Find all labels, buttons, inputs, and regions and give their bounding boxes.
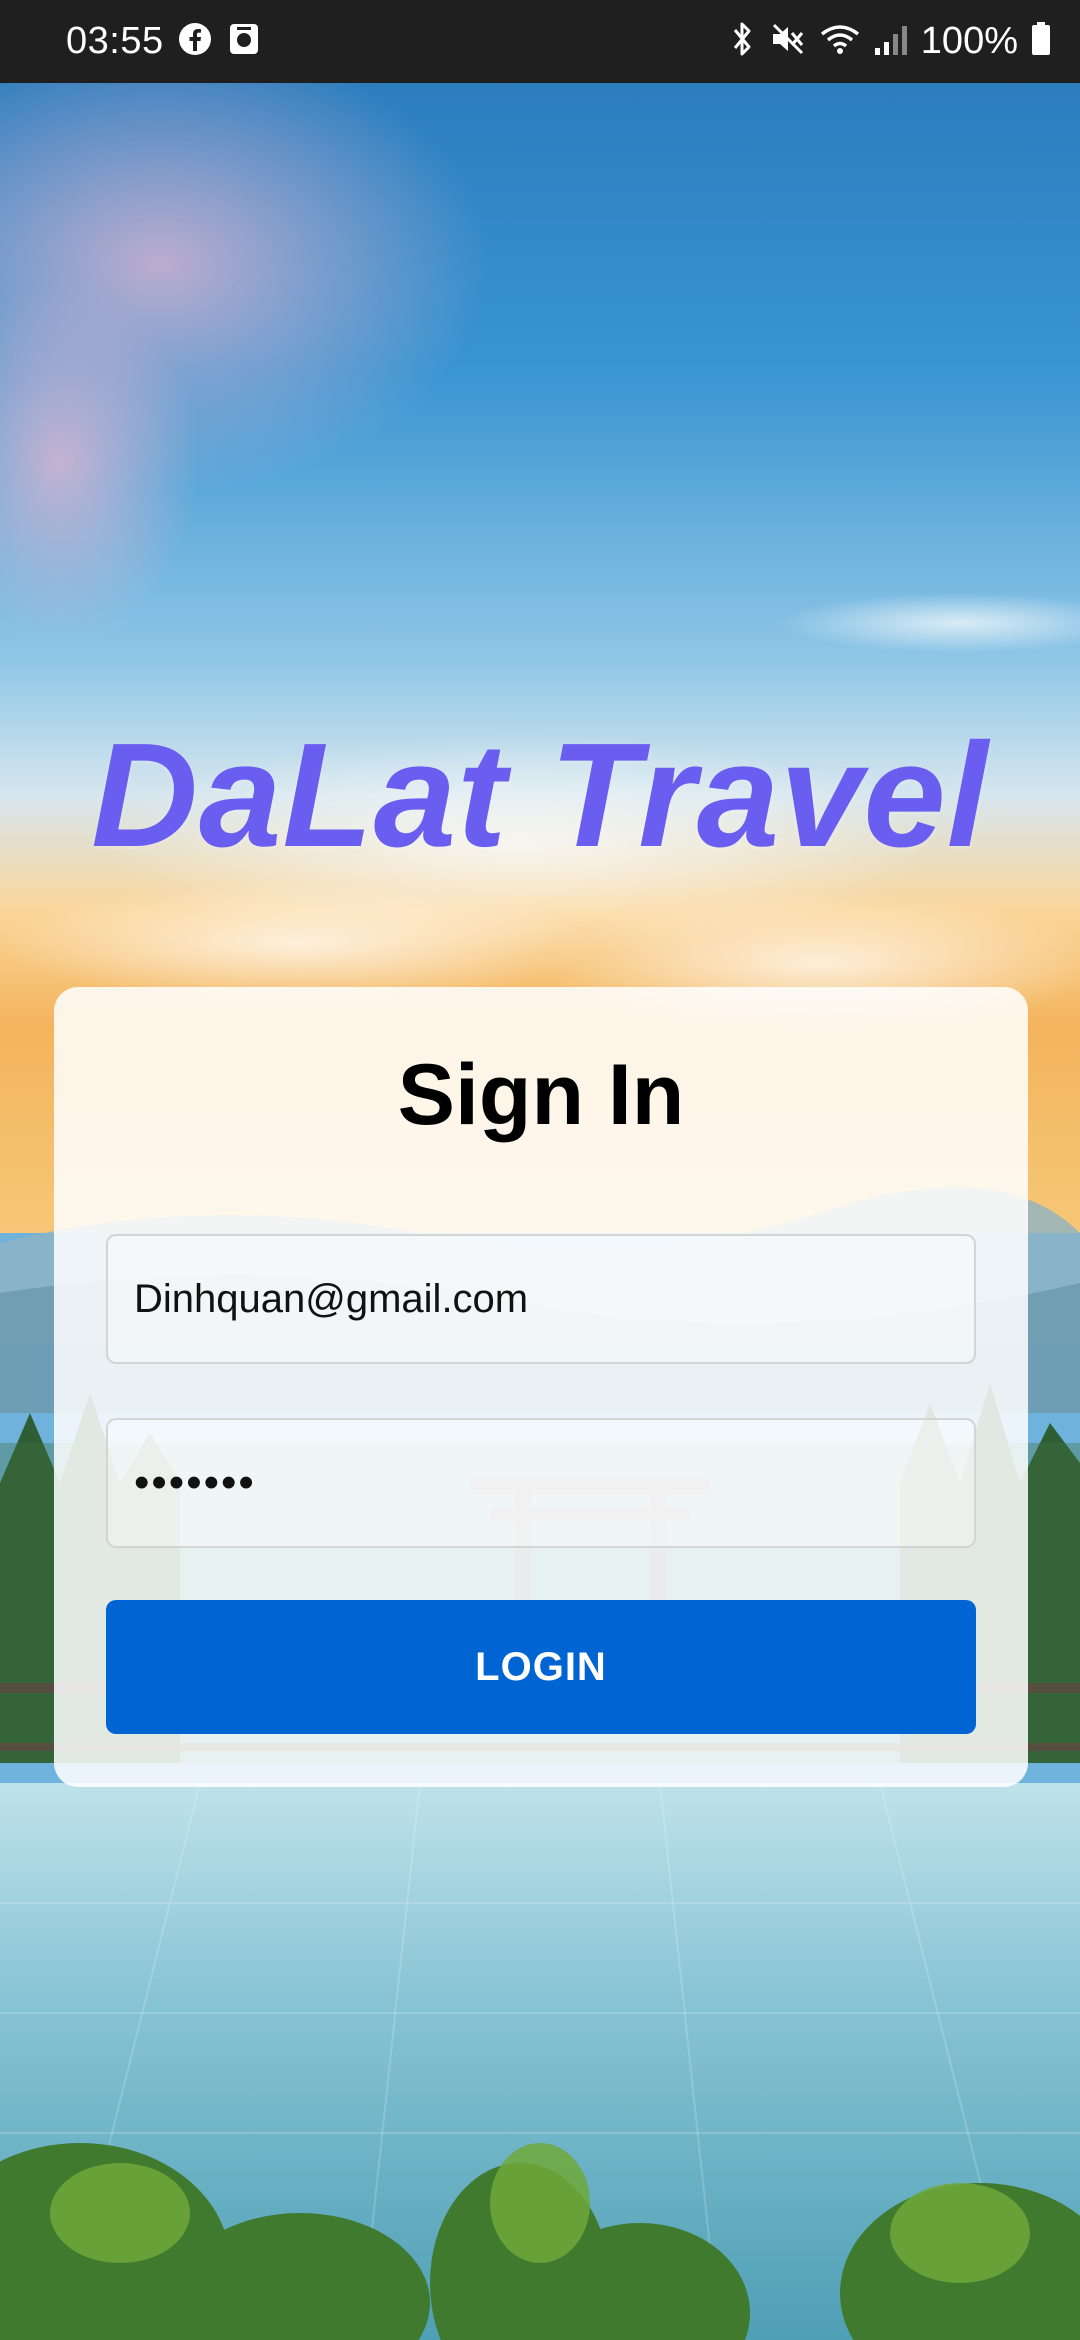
battery-percent: 100% xyxy=(920,20,1018,62)
email-field[interactable]: Dinhquan@gmail.com xyxy=(106,1234,976,1364)
login-button[interactable]: LOGIN xyxy=(106,1600,976,1734)
password-value: ••••••• xyxy=(134,1458,256,1507)
battery-icon xyxy=(1030,20,1052,63)
login-button-label: LOGIN xyxy=(475,1644,607,1689)
sign-in-heading: Sign In xyxy=(397,1047,685,1143)
app-title: DaLat Travel xyxy=(91,713,989,878)
bluetooth-icon xyxy=(727,20,757,63)
email-value: Dinhquan@gmail.com xyxy=(134,1276,529,1321)
status-left-icons xyxy=(178,22,260,61)
signal-icon xyxy=(873,20,909,63)
facebook-icon xyxy=(178,22,212,61)
wifi-icon xyxy=(819,20,861,63)
status-bar: 03:55 100% xyxy=(0,0,1080,83)
password-field[interactable]: ••••••• xyxy=(106,1418,976,1548)
login-screen: 03:55 100% DaLat Travel Sign In Dinhquan… xyxy=(0,0,1080,2340)
status-right: 100% xyxy=(727,18,1052,64)
mute-icon xyxy=(769,20,807,63)
status-time: 03:55 xyxy=(66,20,164,62)
notification-icon xyxy=(228,22,260,61)
login-card: Sign In Dinhquan@gmail.com ••••••• LOGIN xyxy=(54,987,1028,1787)
